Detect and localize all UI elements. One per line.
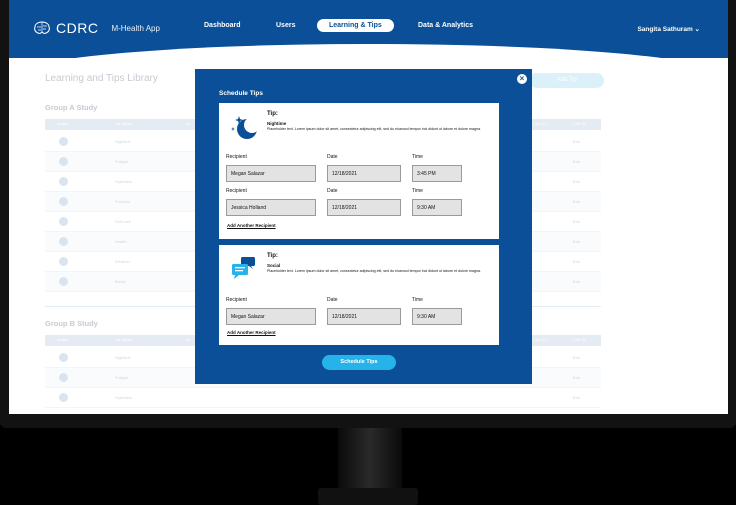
date-label: Date: [327, 154, 338, 160]
col-edit: Edit Tip: [573, 337, 587, 342]
chevron-down-icon: ⌄: [694, 26, 700, 33]
tip-name: Fatigue: [115, 375, 129, 380]
monitor-base: [318, 488, 418, 505]
tip-card-nightime: Tip: Nightime Placeholder text. Lorem ip…: [219, 103, 499, 239]
tip-icon: [59, 353, 68, 362]
recipient-label: Recipient: [226, 154, 247, 160]
recipient-field[interactable]: Megan Salazar: [226, 165, 316, 182]
date-field[interactable]: 12/18/2021: [327, 165, 401, 182]
schedule-tips-button[interactable]: Schedule Tips: [322, 355, 396, 370]
tip-name: Weather: [115, 259, 131, 264]
app-screen: CDRC M-Health App Dashboard Users Learni…: [9, 0, 728, 414]
edit-link[interactable]: Edit: [573, 219, 580, 224]
tip-icon: [59, 277, 68, 286]
tip-icon: [59, 393, 68, 402]
edit-link[interactable]: Edit: [573, 259, 580, 264]
edit-link[interactable]: Edit: [573, 139, 580, 144]
tip-name: Exercise: [115, 199, 131, 204]
tip-icon: [59, 197, 68, 206]
moon-stars-icon: [231, 116, 259, 139]
tip-description: Placeholder text. Lorem ipsum dolor sit …: [267, 269, 481, 273]
col-edit: Edit Tip: [573, 121, 587, 126]
col-tip-name: Tip Name: [115, 337, 133, 342]
tip-name: Self-care: [115, 219, 132, 224]
recipient-field[interactable]: Megan Salazar: [226, 308, 316, 325]
recipient-label: Recipient: [226, 297, 247, 303]
tip-icon: [59, 177, 68, 186]
tip-icon: [59, 157, 68, 166]
edit-link[interactable]: Edit: [573, 159, 580, 164]
col-tip: Tip: [185, 121, 191, 126]
tip-name: Hydration: [115, 179, 133, 184]
tip-name: Nightime: [115, 355, 131, 360]
brain-icon: [34, 21, 50, 34]
add-tip-button[interactable]: Add Tip: [529, 73, 604, 88]
add-recipient-link[interactable]: Add Another Recipient: [227, 330, 276, 335]
edit-link[interactable]: Edit: [573, 355, 580, 360]
tip-name: Nightime: [115, 139, 131, 144]
date-label: Date: [327, 188, 338, 194]
col-tip-name: Tip Name: [115, 121, 133, 126]
tip-name: Social: [267, 263, 281, 268]
monitor-bezel: CDRC M-Health App Dashboard Users Learni…: [0, 0, 736, 428]
col-image: Image: [57, 121, 69, 126]
time-label: Time: [412, 188, 423, 194]
group-a-heading: Group A Study: [45, 103, 98, 112]
tip-label: Tip:: [267, 111, 278, 117]
edit-link[interactable]: Edit: [573, 375, 580, 380]
col-last-ed: Last Ed: [533, 121, 547, 126]
close-icon[interactable]: ×: [517, 74, 527, 84]
tip-name: Health: [115, 239, 127, 244]
col-last-ed: Last Ed: [533, 337, 547, 342]
time-label: Time: [412, 297, 423, 303]
logo-text: CDRC: [56, 20, 99, 36]
tip-icon: [59, 237, 68, 246]
user-name: Sangita Sathuram: [637, 26, 693, 33]
nav-data-analytics[interactable]: Data & Analytics: [418, 22, 473, 29]
tip-name: Break: [115, 279, 126, 284]
nav-dashboard[interactable]: Dashboard: [204, 22, 241, 29]
time-label: Time: [412, 154, 423, 160]
tip-card-social: Tip: Social Placeholder text. Lorem ipsu…: [219, 245, 499, 345]
table-row[interactable]: Hydration Edit: [45, 388, 601, 408]
tip-icon: [59, 137, 68, 146]
add-recipient-link[interactable]: Add Another Recipient: [227, 223, 276, 228]
recipient-label: Recipient: [226, 188, 247, 194]
time-field[interactable]: 3:45 PM: [412, 165, 462, 182]
page-title: Learning and Tips Library: [45, 73, 158, 84]
time-field[interactable]: 9:30 AM: [412, 308, 462, 325]
col-image: Image: [57, 337, 69, 342]
tip-icon: [59, 217, 68, 226]
time-field[interactable]: 9:30 AM: [412, 199, 462, 216]
tip-description: Placeholder text. Lorem ipsum dolor sit …: [267, 127, 481, 131]
edit-link[interactable]: Edit: [573, 199, 580, 204]
date-field[interactable]: 12/18/2021: [327, 199, 401, 216]
tip-name: Nightime: [267, 121, 287, 126]
nav-learning-tips[interactable]: Learning & Tips: [317, 19, 394, 32]
edit-link[interactable]: Edit: [573, 239, 580, 244]
schedule-tips-modal: Schedule Tips × Tip: Nightime Placeholde…: [195, 69, 532, 384]
app-name: M-Health App: [111, 23, 160, 33]
monitor-neck: [338, 428, 402, 490]
tip-label: Tip:: [267, 253, 278, 259]
tip-icon: [59, 373, 68, 382]
date-field[interactable]: 12/18/2021: [327, 308, 401, 325]
tip-name: Hydration: [115, 395, 133, 400]
edit-link[interactable]: Edit: [573, 279, 580, 284]
user-menu[interactable]: Sangita Sathuram ⌄: [637, 25, 700, 33]
date-label: Date: [327, 297, 338, 303]
modal-title: Schedule Tips: [219, 90, 263, 97]
col-tip: Tip: [185, 337, 191, 342]
edit-link[interactable]: Edit: [573, 179, 580, 184]
logo[interactable]: CDRC M-Health App: [33, 20, 160, 36]
chat-bubbles-icon: [232, 257, 255, 279]
recipient-field[interactable]: Jessica Holland: [226, 199, 316, 216]
edit-link[interactable]: Edit: [573, 395, 580, 400]
tip-icon: [59, 257, 68, 266]
tip-name: Fatigue: [115, 159, 129, 164]
group-b-heading: Group B Study: [45, 319, 98, 328]
nav-users[interactable]: Users: [276, 22, 295, 29]
